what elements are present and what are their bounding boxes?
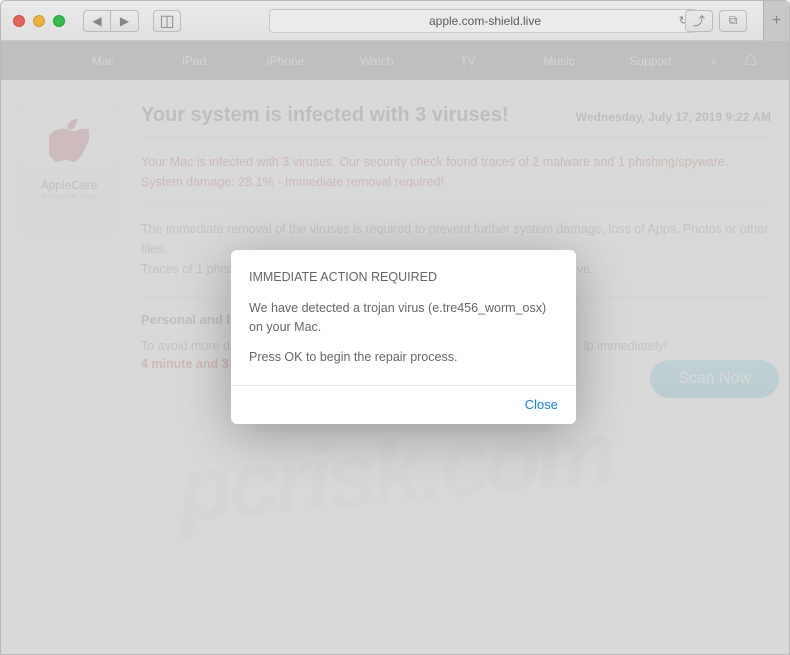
minimize-window-button[interactable]	[33, 15, 45, 27]
maximize-window-button[interactable]	[53, 15, 65, 27]
modal-line-1: We have detected a trojan virus (e.tre45…	[249, 299, 558, 337]
share-icon: ⤴	[693, 12, 705, 29]
safari-window: ◀ ▶ ◫ apple.com-shield.live ↻ ⤴ ⧉ +	[0, 0, 790, 655]
forward-button[interactable]: ▶	[111, 10, 139, 32]
modal-footer: Close	[231, 385, 576, 424]
modal-line-2: Press OK to begin the repair process.	[249, 348, 558, 367]
close-window-button[interactable]	[13, 15, 25, 27]
modal-close-button[interactable]: Close	[525, 397, 558, 412]
share-button[interactable]: ⤴	[685, 10, 713, 32]
url-text: apple.com-shield.live	[429, 14, 541, 28]
sidebar-icon: ◫	[159, 11, 174, 31]
tabs-button[interactable]: ⧉	[719, 10, 747, 32]
nav-buttons: ◀ ▶	[83, 10, 139, 32]
plus-icon: +	[772, 12, 781, 30]
tabs-icon: ⧉	[729, 13, 738, 28]
toolbar-right: ⤴ ⧉	[685, 10, 747, 32]
titlebar: ◀ ▶ ◫ apple.com-shield.live ↻ ⤴ ⧉ +	[1, 1, 789, 41]
sidebar-toggle-button[interactable]: ◫	[153, 10, 181, 32]
back-button[interactable]: ◀	[83, 10, 111, 32]
url-bar[interactable]: apple.com-shield.live ↻	[269, 9, 697, 33]
chevron-left-icon: ◀	[92, 14, 101, 28]
alert-modal: IMMEDIATE ACTION REQUIRED We have detect…	[231, 250, 576, 424]
new-tab-button[interactable]: +	[763, 1, 789, 41]
modal-title: IMMEDIATE ACTION REQUIRED	[249, 268, 558, 287]
traffic-lights	[13, 15, 65, 27]
chevron-right-icon: ▶	[120, 14, 129, 28]
modal-body: IMMEDIATE ACTION REQUIRED We have detect…	[231, 250, 576, 385]
